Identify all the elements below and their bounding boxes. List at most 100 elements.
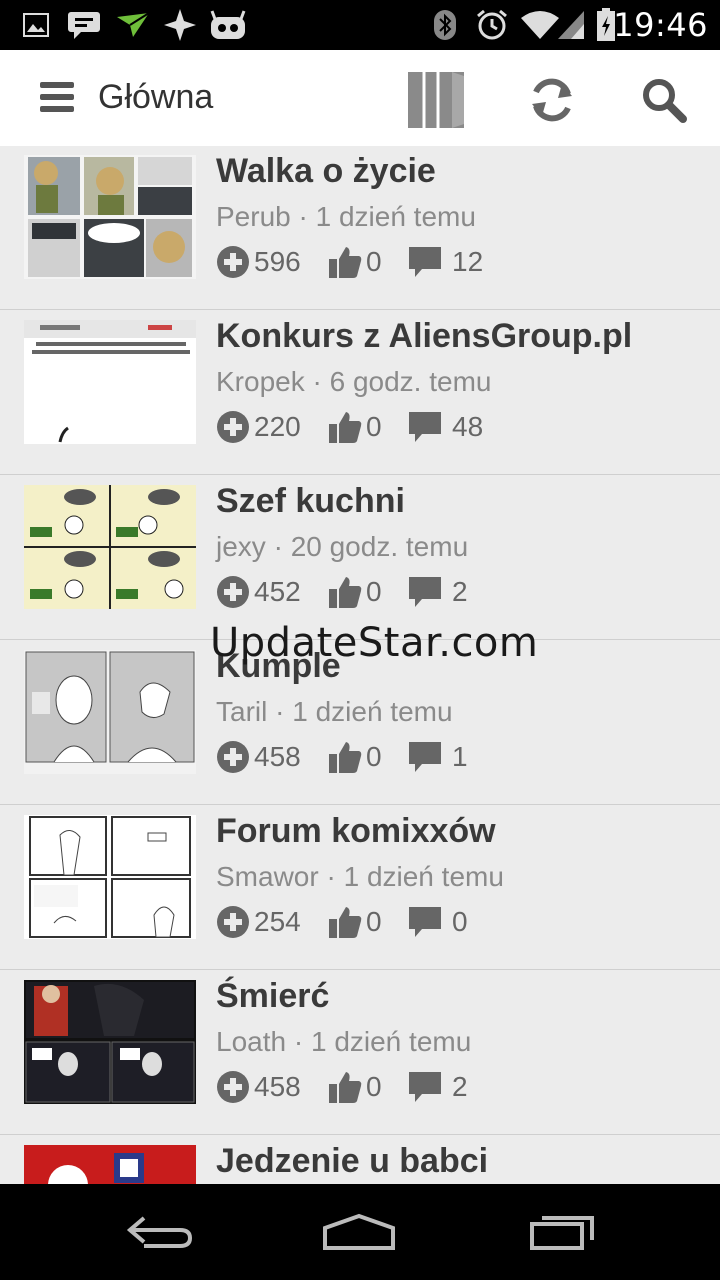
list-item[interactable]: Forum komixxów Smawor · 1 dzień temu 254… <box>0 805 720 970</box>
search-icon[interactable] <box>632 68 696 132</box>
thumbnail[interactable] <box>24 815 196 939</box>
item-author[interactable]: Taril <box>216 696 267 727</box>
plus-count: 220 <box>254 411 301 442</box>
thumbnail[interactable] <box>24 320 196 444</box>
thumbnail[interactable] <box>24 155 196 279</box>
thumbs-up-icon <box>329 247 362 278</box>
list-item[interactable]: Śmierć Loath · 1 dzień temu 458 0 2 <box>0 970 720 1135</box>
plus-stat[interactable]: 458 <box>216 737 301 777</box>
comment-icon <box>409 1072 441 1102</box>
plus-count: 452 <box>254 576 301 607</box>
like-count: 0 <box>366 411 382 442</box>
refresh-icon[interactable] <box>520 68 584 132</box>
bluetooth-icon <box>432 8 458 42</box>
like-stat[interactable]: 0 <box>328 572 382 612</box>
item-stats: 596 0 12 <box>216 242 696 282</box>
item-stats: 452 0 2 <box>216 572 696 612</box>
list-item[interactable]: Walka o życie Perub · 1 dzień temu 596 0… <box>0 146 720 310</box>
comment-icon <box>409 742 441 772</box>
item-time: 1 dzień temu <box>315 201 476 232</box>
item-title[interactable]: Śmierć <box>216 977 329 1016</box>
recents-icon[interactable] <box>518 1204 608 1260</box>
comment-icon <box>409 577 441 607</box>
like-count: 0 <box>366 1071 382 1102</box>
comment-stat[interactable]: 2 <box>408 572 468 612</box>
like-stat[interactable]: 0 <box>328 902 382 942</box>
item-time: 1 dzień temu <box>343 861 504 892</box>
item-stats: 220 0 48 <box>216 407 696 447</box>
sparkle-icon <box>162 8 198 42</box>
plus-stat[interactable]: 596 <box>216 242 301 282</box>
plus-stat[interactable]: 220 <box>216 407 301 447</box>
wifi-icon <box>520 8 560 42</box>
home-icon[interactable] <box>314 1204 404 1260</box>
plus-count: 254 <box>254 906 301 937</box>
plus-icon <box>217 1071 249 1103</box>
comment-icon <box>409 247 441 277</box>
item-stats: 254 0 0 <box>216 902 696 942</box>
thumbnail[interactable] <box>24 1145 196 1184</box>
item-time: 1 dzień temu <box>310 1026 472 1057</box>
item-author[interactable]: jexy <box>216 531 266 562</box>
item-title[interactable]: Konkurs z AliensGroup.pl <box>216 317 632 356</box>
plus-icon <box>217 411 249 443</box>
comment-count: 0 <box>452 906 468 937</box>
item-title[interactable]: Walka o życie <box>216 152 436 191</box>
item-author[interactable]: Smawor <box>216 861 319 892</box>
plane-icon <box>114 8 152 42</box>
comment-stat[interactable]: 12 <box>408 242 483 282</box>
like-stat[interactable]: 0 <box>328 407 382 447</box>
comment-stat[interactable]: 48 <box>408 407 483 447</box>
comment-stat[interactable]: 1 <box>408 737 468 777</box>
item-time: 6 godz. temu <box>329 366 492 397</box>
comment-stat[interactable]: 0 <box>408 902 468 942</box>
item-meta: jexy · 20 godz. temu <box>216 531 469 562</box>
item-author[interactable]: Kropek <box>216 366 305 397</box>
thumbnail[interactable] <box>24 980 196 1104</box>
item-title[interactable]: Forum komixxów <box>216 812 496 851</box>
like-count: 0 <box>366 906 382 937</box>
list-item[interactable]: Jedzenie u babci <box>0 1135 720 1184</box>
thumbs-up-icon <box>329 742 362 773</box>
plus-count: 596 <box>254 246 301 277</box>
like-count: 0 <box>366 246 382 277</box>
comment-stat[interactable]: 2 <box>408 1067 468 1107</box>
plus-stat[interactable]: 254 <box>216 902 301 942</box>
plus-stat[interactable]: 452 <box>216 572 301 612</box>
thumbs-up-icon <box>329 412 362 443</box>
item-time: 20 godz. temu <box>290 531 469 562</box>
plus-stat[interactable]: 458 <box>216 1067 301 1107</box>
pages-icon[interactable] <box>404 68 468 132</box>
item-title[interactable]: Jedzenie u babci <box>216 1142 488 1181</box>
thumbs-up-icon <box>329 907 362 938</box>
item-meta: Perub · 1 dzień temu <box>216 201 476 232</box>
item-title[interactable]: Szef kuchni <box>216 482 405 521</box>
item-meta: Taril · 1 dzień temu <box>216 696 453 727</box>
list-item[interactable]: Szef kuchni jexy · 20 godz. temu 452 0 2 <box>0 475 720 640</box>
comment-icon <box>409 907 441 937</box>
item-time: 1 dzień temu <box>292 696 453 727</box>
comment-count: 2 <box>452 576 468 607</box>
comment-icon <box>409 412 441 442</box>
page-title: Główna <box>98 78 214 116</box>
item-author[interactable]: Perub <box>216 201 291 232</box>
like-stat[interactable]: 0 <box>328 1067 382 1107</box>
thumbnail[interactable] <box>24 485 196 609</box>
item-meta: Kropek · 6 godz. temu <box>216 366 492 397</box>
like-stat[interactable]: 0 <box>328 737 382 777</box>
clock: 19:46 <box>613 6 708 44</box>
like-count: 0 <box>366 741 382 772</box>
android-icon <box>208 8 248 42</box>
list-item[interactable]: Konkurs z AliensGroup.pl Kropek · 6 godz… <box>0 310 720 475</box>
thumbnail[interactable] <box>24 650 196 774</box>
comment-count: 1 <box>452 741 468 772</box>
item-stats: 458 0 1 <box>216 737 696 777</box>
comics-list[interactable]: Walka o życie Perub · 1 dzień temu 596 0… <box>0 146 720 1184</box>
like-stat[interactable]: 0 <box>328 242 382 282</box>
back-icon[interactable] <box>114 1204 204 1260</box>
item-author[interactable]: Loath <box>216 1026 286 1057</box>
hamburger-icon[interactable] <box>40 82 74 112</box>
comment-count: 12 <box>452 246 484 277</box>
item-meta: Smawor · 1 dzień temu <box>216 861 504 892</box>
plus-icon <box>217 576 249 608</box>
